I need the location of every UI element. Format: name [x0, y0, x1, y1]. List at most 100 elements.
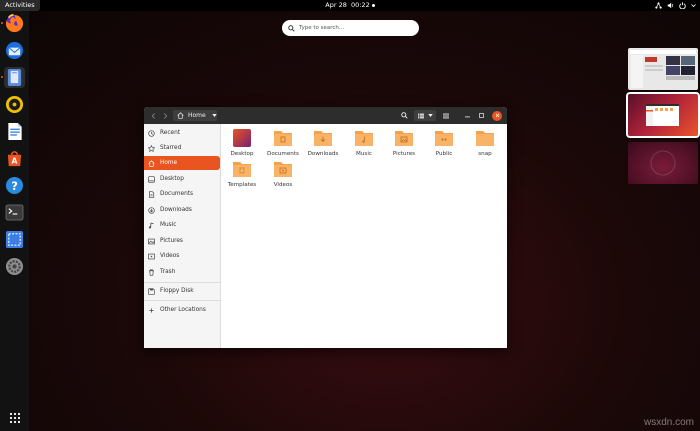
dock-software[interactable]: A: [4, 148, 25, 169]
sidebar-separator: [144, 282, 220, 283]
view-options-button[interactable]: [414, 110, 436, 121]
desktop-icon: [148, 175, 155, 183]
video-icon: [148, 253, 155, 259]
folder-label: Desktop: [230, 151, 254, 157]
folder-label: snap: [478, 151, 492, 157]
document-icon: [149, 190, 155, 198]
folder-label: Public: [435, 151, 453, 157]
sidebar-item-recent[interactable]: Recent: [144, 126, 220, 140]
home-icon: [177, 112, 184, 119]
power-icon: [679, 2, 686, 9]
clock[interactable]: Apr 28 00:22: [0, 0, 700, 11]
sidebar-item-label: Home: [160, 160, 178, 166]
help-icon: ?: [5, 176, 24, 195]
sidebar-item-desktop[interactable]: Desktop: [144, 172, 220, 186]
svg-text:A: A: [12, 157, 18, 166]
sidebar-item-trash[interactable]: Trash: [144, 265, 220, 279]
system-tray[interactable]: [655, 0, 696, 11]
clock-date: Apr 28: [325, 1, 347, 9]
dock-thunderbird[interactable]: [4, 40, 25, 61]
chevron-down-icon: [691, 4, 696, 8]
path-menu-button[interactable]: [210, 110, 218, 121]
sidebar-item-documents[interactable]: Documents: [144, 187, 220, 201]
libreoffice-writer-icon: [7, 122, 22, 141]
thunderbird-icon: [5, 41, 24, 60]
folder-icon: [476, 131, 494, 146]
desktop-folder-icon: [233, 129, 251, 147]
sidebar-item-label: Recent: [160, 130, 181, 136]
workspace-thumbnail-3[interactable]: [628, 142, 698, 184]
sidebar-item-videos[interactable]: Videos: [144, 249, 220, 263]
workspace-thumbnail-2[interactable]: [626, 92, 700, 138]
search-button[interactable]: [399, 110, 410, 121]
folder-label: Pictures: [392, 151, 416, 157]
folder-downloads-icon: [314, 131, 332, 146]
sidebar-item-label: Downloads: [160, 207, 192, 213]
maximize-button[interactable]: [476, 110, 486, 121]
search-icon: [288, 24, 295, 32]
firefox-icon: [5, 14, 24, 33]
folder-templates[interactable]: Templates: [224, 159, 260, 188]
back-button[interactable]: [148, 110, 158, 121]
hamburger-icon: [443, 113, 449, 118]
clock-time: 00:22: [351, 1, 370, 9]
sidebar-item-home[interactable]: Home: [144, 156, 220, 170]
dock-screenshot[interactable]: [4, 229, 25, 250]
dock-terminal[interactable]: [4, 202, 25, 223]
dock-settings[interactable]: [4, 256, 25, 277]
dock-writer[interactable]: [4, 121, 25, 142]
folder-music-icon: [355, 131, 373, 146]
folder-label: Templates: [227, 182, 257, 188]
path-label: Home: [188, 112, 206, 119]
folder-documents[interactable]: Documents: [265, 128, 301, 157]
close-button[interactable]: [492, 110, 502, 121]
files-icon: [7, 69, 22, 86]
folder-public-icon: [435, 131, 453, 146]
sidebar-item-downloads[interactable]: Downloads: [144, 203, 220, 217]
dock-firefox[interactable]: [1, 13, 25, 34]
folder-snap[interactable]: snap: [467, 128, 503, 157]
folder-public[interactable]: Public: [426, 128, 462, 157]
watermark: wsxdn.com: [643, 417, 694, 428]
show-applications-icon: [9, 412, 20, 423]
folder-videos-icon: [274, 162, 292, 177]
workspace-switcher: [626, 46, 700, 186]
trash-icon: [149, 268, 154, 276]
terminal-icon: [5, 204, 24, 221]
triangle-down-icon: [427, 114, 433, 117]
sidebar-item-label: Floppy Disk: [160, 288, 194, 294]
sidebar-item-starred[interactable]: Starred: [144, 141, 220, 155]
search-input[interactable]: Type to search…: [282, 20, 419, 36]
top-bar: Activities Apr 28 00:22: [0, 0, 700, 11]
folder-downloads[interactable]: Downloads: [305, 128, 341, 157]
folder-desktop[interactable]: Desktop: [224, 128, 260, 157]
dock-files[interactable]: [1, 67, 25, 88]
minimize-icon: [464, 116, 470, 118]
folder-videos[interactable]: Videos: [265, 159, 301, 188]
menu-button[interactable]: [441, 110, 451, 121]
files-window: Home Recent Starred Home Desktop Documen…: [144, 107, 507, 348]
folder-music[interactable]: Music: [346, 128, 382, 157]
floppy-icon: [148, 287, 155, 295]
svg-text:?: ?: [11, 179, 18, 193]
folder-pictures[interactable]: Pictures: [386, 128, 422, 157]
folder-templates-icon: [233, 162, 251, 177]
sidebar-item-music[interactable]: Music: [144, 218, 220, 232]
sidebar-item-label: Starred: [160, 145, 182, 151]
chevron-right-icon: [163, 112, 167, 119]
sidebar-item-other-locations[interactable]: Other Locations: [144, 303, 220, 317]
sidebar-item-label: Documents: [160, 191, 194, 197]
sidebar-item-label: Desktop: [160, 176, 184, 182]
minimize-button[interactable]: [462, 110, 472, 121]
dock-help[interactable]: ?: [4, 175, 25, 196]
clock-icon: [148, 129, 155, 137]
folder-pictures-icon: [395, 131, 413, 146]
show-applications-button[interactable]: [4, 407, 25, 428]
notification-dot-icon: [371, 3, 375, 7]
dock-rhythmbox[interactable]: [4, 94, 25, 115]
sidebar-item-floppy-disk[interactable]: Floppy Disk: [144, 284, 220, 298]
sidebar-item-pictures[interactable]: Pictures: [144, 234, 220, 248]
sidebar-item-label: Videos: [160, 253, 180, 259]
workspace-thumbnail-1[interactable]: [628, 48, 698, 90]
forward-button[interactable]: [160, 110, 170, 121]
